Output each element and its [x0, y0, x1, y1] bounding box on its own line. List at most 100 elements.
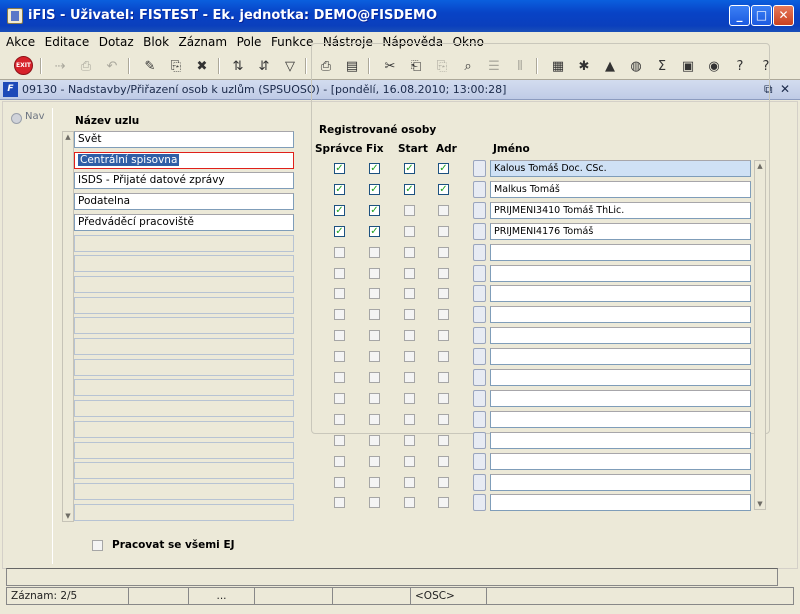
- copy-record-icon[interactable]: ⎘: [166, 56, 186, 76]
- checkbox-spravce[interactable]: [334, 247, 345, 258]
- checkbox-spravce[interactable]: ✓: [334, 226, 345, 237]
- checkbox-adr[interactable]: [438, 205, 449, 216]
- menu-funkce[interactable]: Funkce: [268, 32, 316, 49]
- menu-editace[interactable]: Editace: [42, 32, 93, 49]
- checkbox-fix[interactable]: [369, 372, 380, 383]
- checkbox-start[interactable]: ✓: [404, 163, 415, 174]
- person-name-field[interactable]: PRIJMENI4176 Tomáš: [490, 223, 751, 240]
- filter-icon[interactable]: ▽: [280, 56, 300, 76]
- menu-zaznam[interactable]: Záznam: [176, 32, 231, 49]
- maximize-button[interactable]: □: [751, 5, 772, 26]
- checkbox-adr[interactable]: [438, 477, 449, 488]
- new-record-icon[interactable]: ✎: [140, 56, 160, 76]
- row-selector[interactable]: [473, 411, 486, 428]
- checkbox-spravce[interactable]: [334, 351, 345, 362]
- menu-blok[interactable]: Blok: [140, 32, 172, 49]
- row-selector[interactable]: [473, 265, 486, 282]
- checkbox-adr[interactable]: [438, 309, 449, 320]
- checkbox-start[interactable]: [404, 247, 415, 258]
- checkbox-adr[interactable]: [438, 351, 449, 362]
- checkbox-adr[interactable]: [438, 226, 449, 237]
- person-name-field[interactable]: Kalous Tomáš Doc. CSc.: [490, 160, 751, 177]
- checkbox-spravce[interactable]: [334, 372, 345, 383]
- sort-descending-icon[interactable]: ⇵: [254, 56, 274, 76]
- checkbox-start[interactable]: [404, 372, 415, 383]
- checkbox-adr[interactable]: [438, 288, 449, 299]
- node-item[interactable]: [74, 462, 294, 479]
- checkbox-spravce[interactable]: [334, 330, 345, 341]
- checkbox-start[interactable]: [404, 268, 415, 279]
- checkbox-fix[interactable]: [369, 309, 380, 320]
- checkbox-fix[interactable]: ✓: [369, 184, 380, 195]
- checkbox-fix[interactable]: [369, 497, 380, 508]
- undo-icon[interactable]: ↶: [102, 56, 122, 76]
- person-name-field[interactable]: [490, 327, 751, 344]
- checkbox-start[interactable]: ✓: [404, 184, 415, 195]
- sort-ascending-icon[interactable]: ⇅: [228, 56, 248, 76]
- checkbox-spravce[interactable]: [334, 268, 345, 279]
- row-selector[interactable]: [473, 369, 486, 386]
- checkbox-start[interactable]: [404, 226, 415, 237]
- row-selector[interactable]: [473, 223, 486, 240]
- scroll-up-icon[interactable]: ▲: [64, 133, 72, 141]
- checkbox-start[interactable]: [404, 205, 415, 216]
- checkbox-spravce[interactable]: [334, 497, 345, 508]
- person-name-field[interactable]: [490, 494, 751, 511]
- checkbox-spravce[interactable]: ✓: [334, 205, 345, 216]
- persons-scrollbar[interactable]: ▲ ▼: [754, 160, 766, 510]
- menu-akce[interactable]: Akce: [3, 32, 38, 49]
- checkbox-adr[interactable]: [438, 497, 449, 508]
- checkbox-start[interactable]: [404, 477, 415, 488]
- checkbox-fix[interactable]: [369, 351, 380, 362]
- checkbox-spravce[interactable]: [334, 435, 345, 446]
- person-name-field[interactable]: [490, 453, 751, 470]
- node-item[interactable]: [74, 255, 294, 272]
- node-item[interactable]: Předváděcí pracoviště: [74, 214, 294, 231]
- menu-dotaz[interactable]: Dotaz: [96, 32, 137, 49]
- checkbox-fix[interactable]: ✓: [369, 205, 380, 216]
- checkbox-spravce[interactable]: ✓: [334, 163, 345, 174]
- checkbox-spravce[interactable]: [334, 477, 345, 488]
- person-name-field[interactable]: [490, 390, 751, 407]
- delete-record-icon[interactable]: ✖: [192, 56, 212, 76]
- checkbox-adr[interactable]: ✓: [438, 163, 449, 174]
- row-selector[interactable]: [473, 453, 486, 470]
- node-item[interactable]: [74, 297, 294, 314]
- checkbox-fix[interactable]: [369, 330, 380, 341]
- checkbox-fix[interactable]: [369, 247, 380, 258]
- checkbox-fix[interactable]: [369, 477, 380, 488]
- person-name-field[interactable]: [490, 411, 751, 428]
- form-close-button[interactable]: ✕: [780, 82, 790, 96]
- checkbox-fix[interactable]: ✓: [369, 226, 380, 237]
- checkbox-start[interactable]: [404, 330, 415, 341]
- node-item[interactable]: Centrální spisovna: [74, 152, 294, 169]
- person-name-field[interactable]: [490, 306, 751, 323]
- node-item[interactable]: [74, 338, 294, 355]
- person-name-field[interactable]: [490, 244, 751, 261]
- checkbox-fix[interactable]: [369, 288, 380, 299]
- scroll-down-icon[interactable]: ▼: [756, 500, 764, 508]
- row-selector[interactable]: [473, 244, 486, 261]
- row-selector[interactable]: [473, 432, 486, 449]
- nav-radio[interactable]: [11, 113, 22, 124]
- person-name-field[interactable]: [490, 285, 751, 302]
- scroll-up-icon[interactable]: ▲: [756, 162, 764, 170]
- checkbox-fix[interactable]: [369, 393, 380, 404]
- checkbox-spravce[interactable]: ✓: [334, 184, 345, 195]
- checkbox-adr[interactable]: [438, 330, 449, 341]
- node-item[interactable]: [74, 235, 294, 252]
- person-name-field[interactable]: [490, 432, 751, 449]
- row-selector[interactable]: [473, 327, 486, 344]
- checkbox-start[interactable]: [404, 393, 415, 404]
- checkbox-adr[interactable]: ✓: [438, 184, 449, 195]
- checkbox-spravce[interactable]: [334, 288, 345, 299]
- exit-button[interactable]: EXIT: [14, 56, 33, 75]
- menu-pole[interactable]: Pole: [234, 32, 265, 49]
- node-item[interactable]: [74, 317, 294, 334]
- minimize-button[interactable]: _: [729, 5, 750, 26]
- node-item[interactable]: [74, 504, 294, 521]
- node-item[interactable]: [74, 359, 294, 376]
- checkbox-start[interactable]: [404, 351, 415, 362]
- checkbox-spravce[interactable]: [334, 456, 345, 467]
- checkbox-fix[interactable]: [369, 456, 380, 467]
